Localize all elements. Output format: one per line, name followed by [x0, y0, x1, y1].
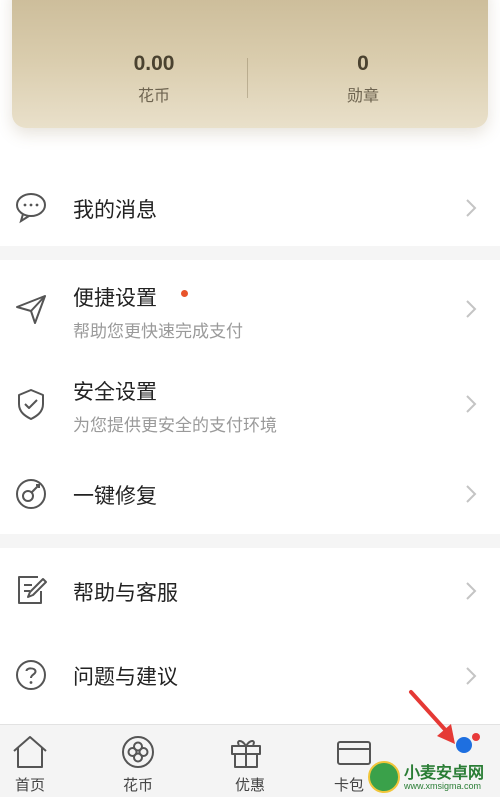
account-header: 0.00 花币 0 勋章 [0, 0, 500, 170]
gift-icon [227, 734, 265, 770]
menu-group-messages: 我的消息 [0, 170, 500, 246]
account-card: 0.00 花币 0 勋章 [12, 0, 488, 128]
menu-item-security-settings[interactable]: 安全设置 为您提供更安全的支付环境 [0, 356, 500, 452]
repair-icon [14, 477, 48, 511]
menu-item-one-click-repair-label: 一键修复 [73, 484, 157, 508]
send-arrow-icon [14, 292, 48, 326]
tab-home[interactable]: 首页 [0, 725, 100, 797]
tab-coins[interactable]: 花币 [100, 725, 200, 797]
menu-item-security-settings-label: 安全设置 [73, 380, 157, 404]
chevron-right-icon [464, 483, 478, 505]
watermark-url: www.xmsigma.com [404, 781, 482, 791]
tab-offers-label: 优惠 [234, 776, 265, 794]
menu-item-help-service[interactable]: 帮助与客服 [0, 548, 500, 634]
chat-bubble-icon [14, 190, 48, 224]
annotation-arrow-icon [405, 688, 465, 750]
menu-item-one-click-repair[interactable]: 一键修复 [0, 452, 500, 534]
medals-label: 勋章 [346, 86, 379, 105]
menu-item-quick-settings-label: 便捷设置 [73, 286, 157, 310]
watermark-logo-icon [368, 761, 400, 793]
menu-item-feedback-label: 问题与建议 [73, 665, 178, 689]
tab-offers[interactable]: 优惠 [200, 725, 300, 797]
question-circle-icon [14, 658, 48, 692]
chevron-right-icon [464, 393, 478, 415]
chevron-right-icon [464, 298, 478, 320]
home-icon [11, 734, 49, 770]
watermark-text: 小麦安卓网 [404, 763, 485, 782]
coins-label: 花币 [137, 86, 170, 105]
chevron-right-icon [464, 580, 478, 602]
menu-item-messages[interactable]: 我的消息 [0, 170, 500, 246]
coins-value: 0.00 [133, 52, 175, 75]
edit-document-icon [14, 573, 48, 607]
flower-coin-icon [119, 734, 157, 770]
stat-divider [247, 58, 248, 98]
tab-home-label: 首页 [14, 776, 45, 794]
menu-item-messages-label: 我的消息 [73, 198, 157, 222]
menu-item-quick-settings-subtitle: 帮助您更快速完成支付 [73, 322, 243, 342]
menu-item-security-settings-subtitle: 为您提供更安全的支付环境 [73, 416, 277, 436]
menu-group-settings: 便捷设置 帮助您更快速完成支付 安全设置 为您提供更安全的支付环境 一键修复 [0, 260, 500, 534]
chevron-right-icon [464, 197, 478, 219]
medals-value: 0 [357, 52, 369, 75]
menu-item-quick-settings[interactable]: 便捷设置 帮助您更快速完成支付 [0, 260, 500, 356]
notification-dot [181, 290, 188, 297]
shield-check-icon [14, 387, 48, 421]
watermark: 小麦安卓网 www.xmsigma.com [368, 757, 500, 797]
chevron-right-icon [464, 665, 478, 687]
menu-item-help-service-label: 帮助与客服 [73, 581, 178, 605]
notification-dot [472, 733, 480, 741]
tab-coins-label: 花币 [122, 776, 153, 794]
coins-stat[interactable]: 0.00 花币 [84, 52, 224, 106]
medals-stat[interactable]: 0 勋章 [293, 52, 433, 106]
